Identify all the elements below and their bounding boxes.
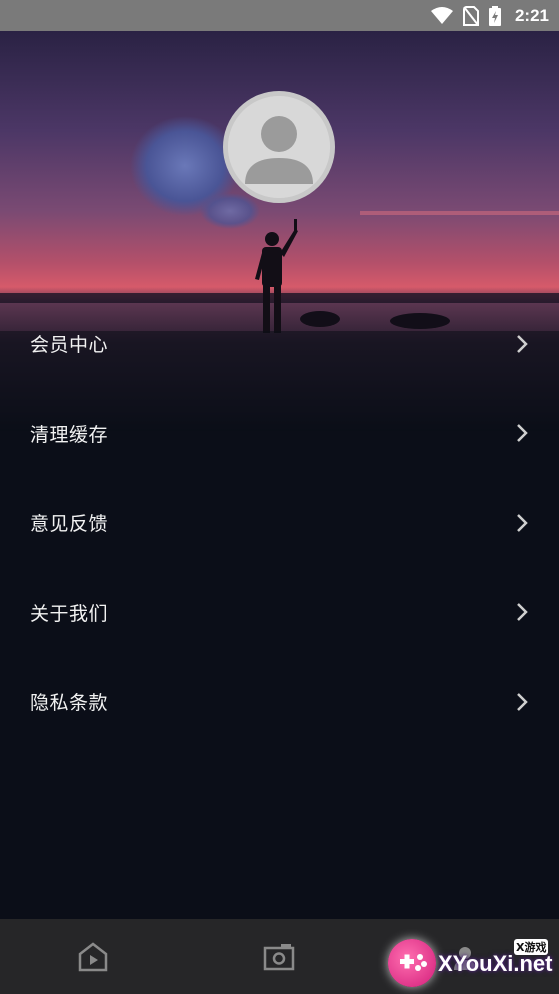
gamepad-logo-icon: [388, 939, 436, 987]
video-play-icon: [78, 941, 108, 971]
chevron-right-icon: [517, 692, 528, 711]
menu-item-member-center[interactable]: 会员中心: [0, 299, 559, 389]
camera-icon: [263, 943, 295, 970]
menu-item-label: 关于我们: [30, 602, 109, 625]
no-sim-icon: [462, 5, 479, 26]
menu-item-privacy-terms[interactable]: 隐私条款: [0, 657, 559, 747]
site-watermark: XYouXi.net X游戏: [386, 935, 559, 994]
menu-item-feedback[interactable]: 意见反馈: [0, 478, 559, 568]
settings-menu: 会员中心 清理缓存 意见反馈 关于我们 隐私条款: [0, 299, 559, 747]
nav-tab-camera[interactable]: [186, 919, 372, 994]
menu-item-label: 意见反馈: [30, 513, 109, 536]
battery-charging-icon: [488, 5, 501, 26]
menu-item-label: 隐私条款: [30, 692, 109, 715]
status-bar: 2:21: [0, 0, 559, 31]
default-user-avatar-icon: [228, 96, 330, 198]
status-time: 2:21: [514, 5, 549, 25]
nav-tab-video[interactable]: [0, 919, 186, 994]
chevron-right-icon: [517, 424, 528, 443]
menu-item-about-us[interactable]: 关于我们: [0, 568, 559, 658]
wifi-icon: [430, 6, 453, 25]
menu-item-label: 清理缓存: [30, 423, 109, 446]
menu-item-clear-cache[interactable]: 清理缓存: [0, 389, 559, 479]
chevron-right-icon: [517, 603, 528, 622]
menu-item-label: 会员中心: [30, 334, 109, 357]
chevron-right-icon: [517, 513, 528, 532]
user-avatar[interactable]: [223, 91, 335, 203]
chevron-right-icon: [517, 334, 528, 353]
watermark-badge: X游戏: [514, 939, 549, 955]
